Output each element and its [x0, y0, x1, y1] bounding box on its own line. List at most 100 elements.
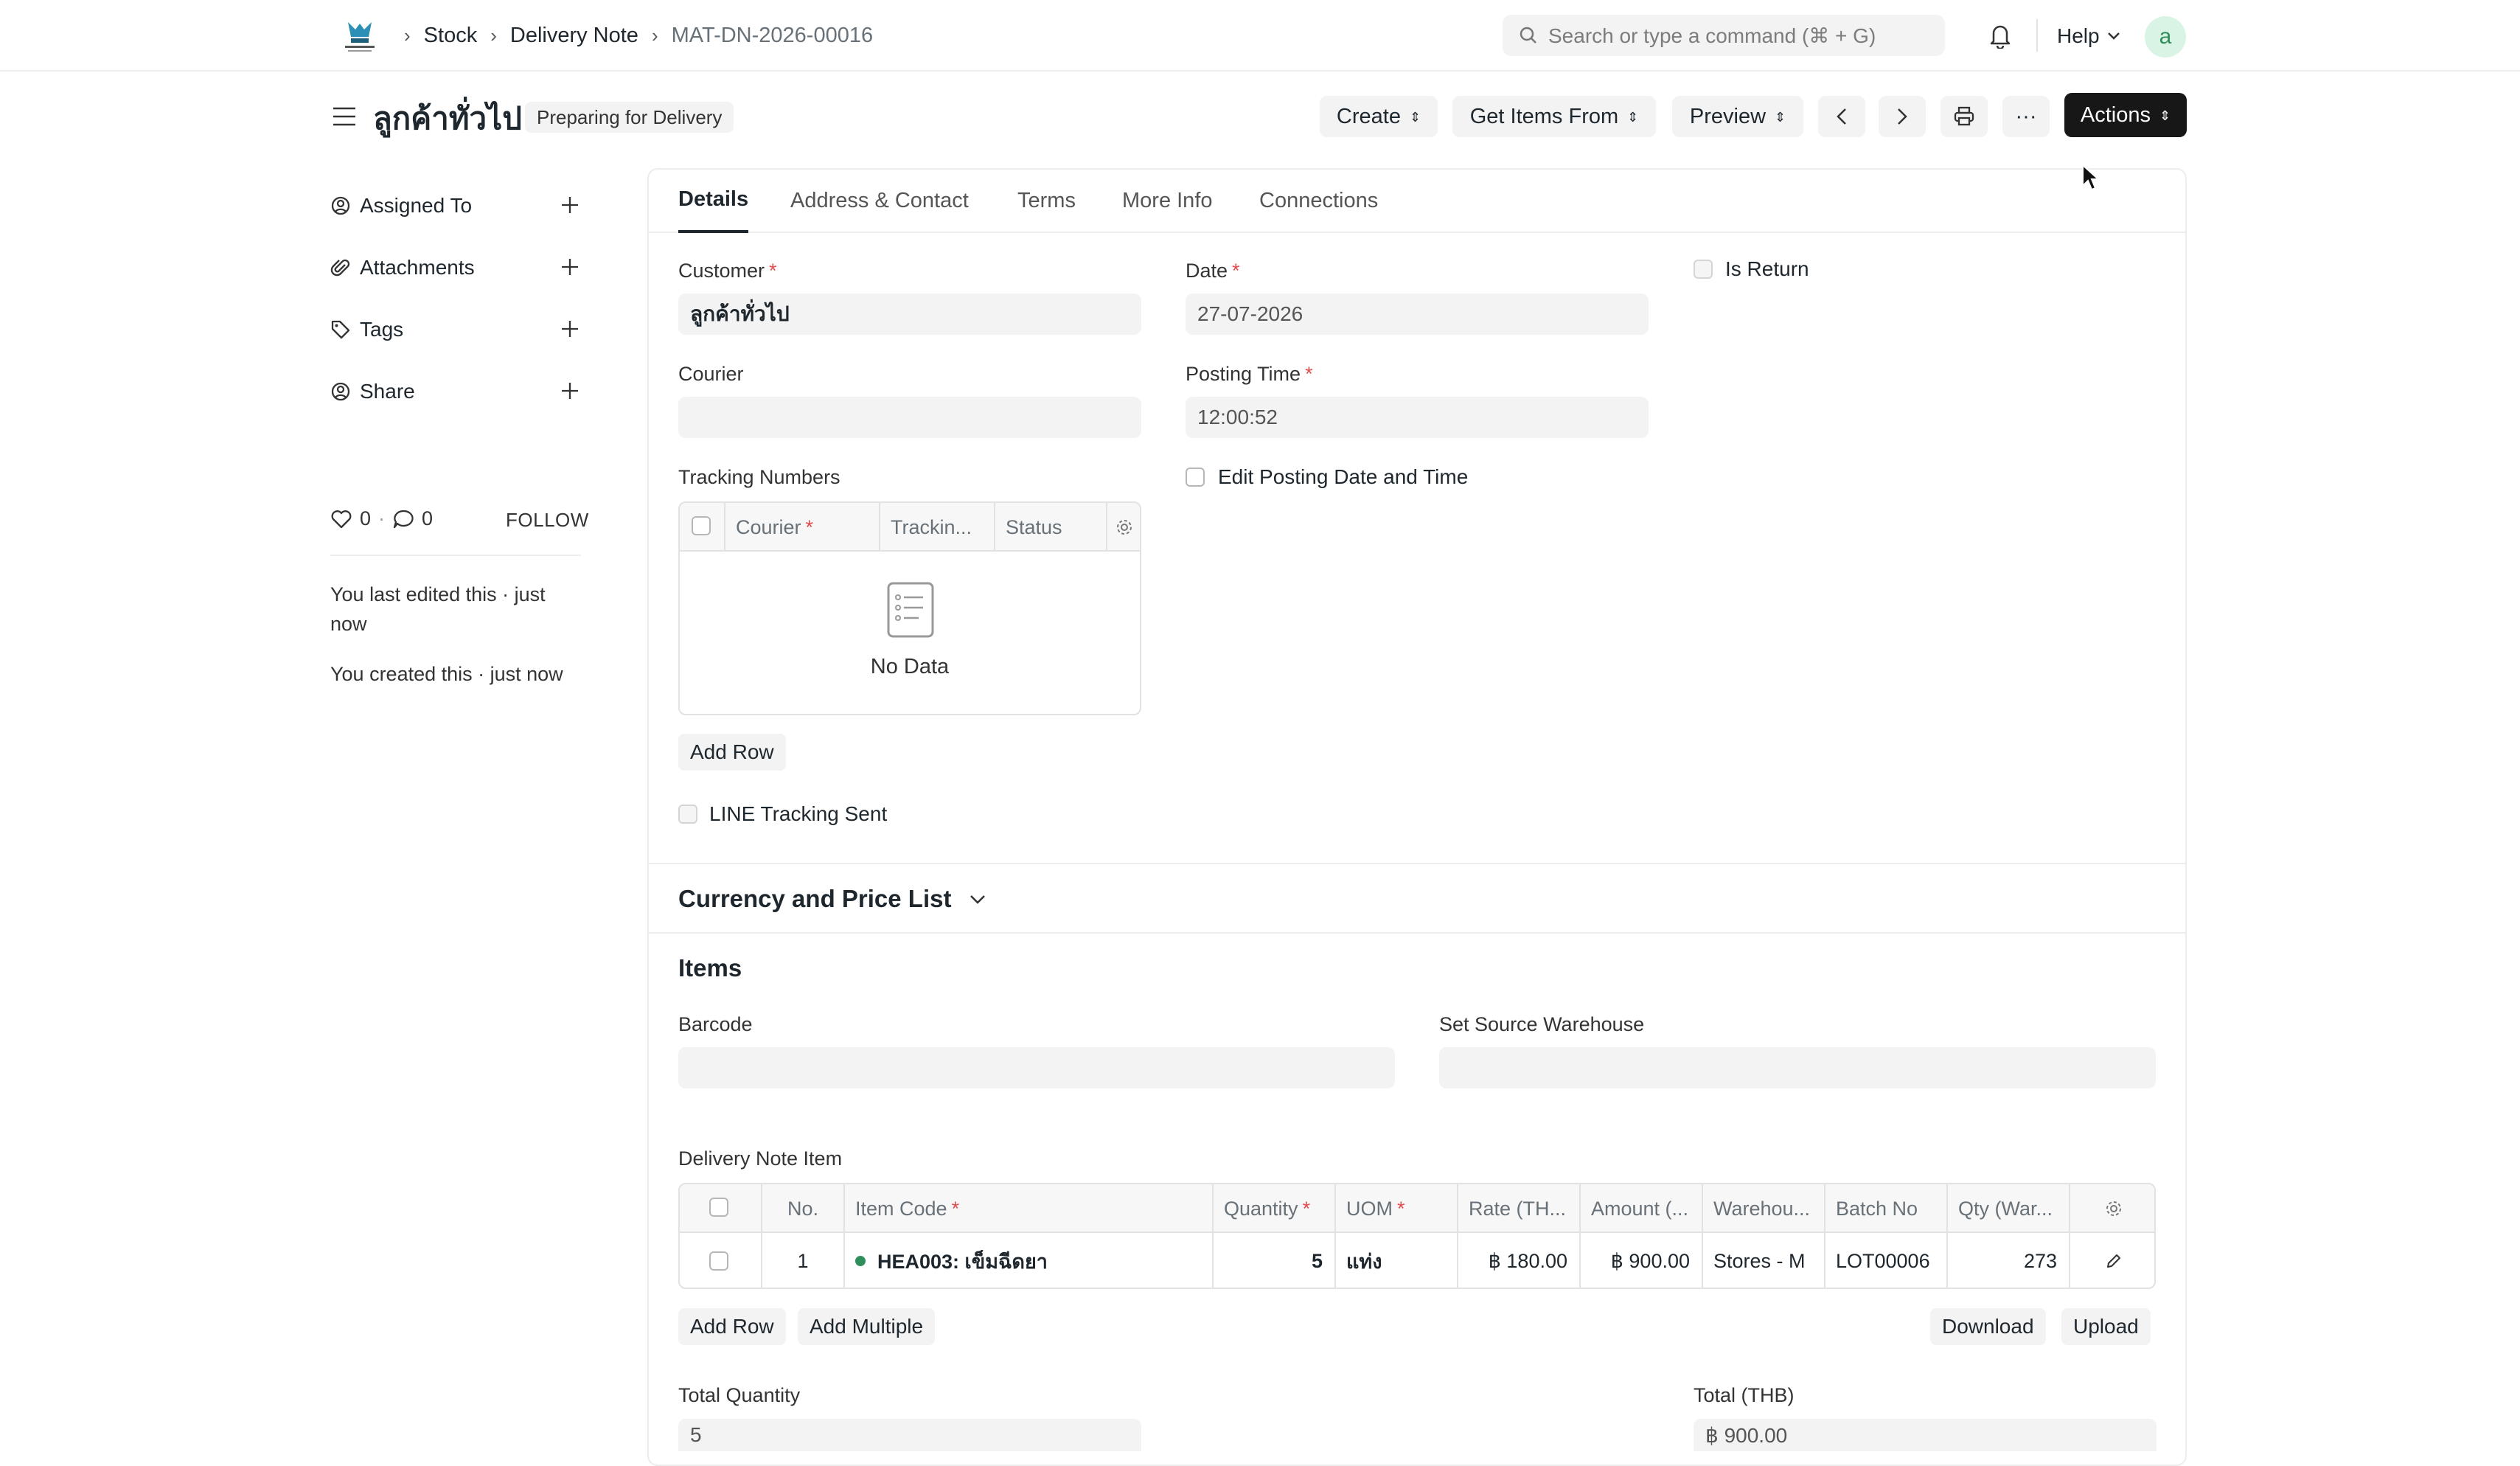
page-title: ลูกค้าทั่วไป: [373, 101, 522, 136]
line-tracking-sent-checkbox[interactable]: [678, 805, 697, 824]
is-return-checkbox[interactable]: [1694, 260, 1713, 279]
currency-section-header[interactable]: Currency and Price List: [678, 885, 986, 913]
get-items-from-label: Get Items From: [1469, 104, 1619, 128]
app-logo[interactable]: [339, 16, 380, 55]
column-warehouse: Warehou...: [1703, 1184, 1825, 1233]
row-rate[interactable]: ฿ 180.00: [1458, 1233, 1581, 1288]
help-label: Help: [2057, 24, 2100, 47]
get-items-from-button[interactable]: Get Items From ⇕: [1452, 96, 1656, 137]
upload-button[interactable]: Upload: [2061, 1308, 2151, 1345]
row-warehouse[interactable]: Stores - M: [1703, 1233, 1825, 1288]
row-amount: ฿ 900.00: [1581, 1233, 1703, 1288]
comments-count: 0: [422, 507, 434, 529]
likes-comments: 0 · 0: [330, 507, 433, 530]
follow-button[interactable]: FOLLOW: [506, 509, 589, 532]
row-item-code[interactable]: HEA003: เข็มฉีดยา: [845, 1233, 1214, 1288]
sidebar-item-share[interactable]: Share: [330, 377, 581, 406]
sidebar-divider: [330, 555, 581, 556]
currency-section-title: Currency and Price List: [678, 885, 952, 912]
edit-posting-checkbox[interactable]: [1186, 468, 1205, 487]
sort-caret-icon: ⇕: [1627, 110, 1639, 125]
sidebar-item-tags[interactable]: Tags: [330, 315, 581, 344]
comment-icon[interactable]: [392, 509, 414, 529]
create-button[interactable]: Create ⇕: [1320, 96, 1438, 137]
total-quantity-label: Total Quantity: [678, 1384, 801, 1406]
preview-label: Preview: [1689, 104, 1767, 128]
table-header: Courier * Trackin... Status: [680, 503, 1140, 552]
avatar[interactable]: a: [2145, 16, 2186, 58]
sidebar-item-label: Assigned To: [360, 194, 473, 217]
plus-icon[interactable]: [559, 194, 581, 216]
column-settings: [1107, 503, 1140, 552]
next-button[interactable]: [1879, 96, 1926, 137]
bell-icon[interactable]: [1988, 22, 2013, 49]
customer-field[interactable]: ลูกค้าทั่วไป: [678, 293, 1141, 335]
search-input[interactable]: Search or type a command (⌘ + G): [1503, 15, 1945, 56]
barcode-field[interactable]: [678, 1047, 1395, 1088]
last-edited-note: You last edited this · just now: [330, 583, 546, 635]
select-all-checkbox[interactable]: [692, 516, 711, 535]
add-multiple-button[interactable]: Add Multiple: [798, 1308, 936, 1345]
heart-icon[interactable]: [330, 509, 352, 529]
barcode-label: Barcode: [678, 1013, 753, 1035]
tab-connections[interactable]: Connections: [1259, 168, 1378, 233]
select-all-checkbox[interactable]: [709, 1198, 728, 1217]
more-options-button[interactable]: ···: [2002, 96, 2050, 137]
date-field[interactable]: 27-07-2026: [1186, 293, 1649, 335]
row-uom[interactable]: แท่ง: [1336, 1233, 1458, 1288]
search-icon: [1520, 27, 1536, 44]
previous-button[interactable]: [1818, 96, 1865, 137]
tracking-add-row-button[interactable]: Add Row: [678, 734, 786, 771]
sort-caret-icon: ⇕: [1775, 110, 1786, 125]
tab-details[interactable]: Details: [678, 168, 749, 233]
assign-icon: [331, 196, 350, 215]
column-amount: Amount (...: [1581, 1184, 1703, 1233]
help-dropdown[interactable]: Help: [2057, 0, 2120, 72]
tab-terms[interactable]: Terms: [1017, 168, 1076, 233]
sidebar-item-assigned-to[interactable]: Assigned To: [330, 191, 581, 220]
source-warehouse-label: Set Source Warehouse: [1439, 1013, 1645, 1035]
column-qty-warehouse: Qty (War...: [1948, 1184, 2070, 1233]
column-rate: Rate (TH...: [1458, 1184, 1581, 1233]
source-warehouse-field[interactable]: [1439, 1047, 2156, 1088]
tracking-numbers-table: Courier * Trackin... Status No Data: [678, 501, 1141, 715]
chevron-right-icon: ›: [651, 24, 658, 46]
posting-time-field[interactable]: 12:00:52: [1186, 397, 1649, 438]
total-quantity-field: 5: [678, 1419, 1141, 1451]
items-add-row-button[interactable]: Add Row: [678, 1308, 786, 1345]
preview-button[interactable]: Preview ⇕: [1672, 96, 1803, 137]
status-dot: [855, 1256, 866, 1266]
hamburger-icon[interactable]: [332, 105, 357, 128]
section-divider: [647, 932, 2187, 934]
chevron-left-icon: [1837, 108, 1846, 125]
print-button[interactable]: [1941, 96, 1988, 137]
sidebar-item-attachments[interactable]: Attachments: [330, 253, 581, 282]
breadcrumb-stock[interactable]: Stock: [424, 24, 478, 48]
breadcrumb-document[interactable]: MAT-DN-2026-00016: [672, 24, 873, 48]
tab-more-info[interactable]: More Info: [1122, 168, 1213, 233]
pencil-icon[interactable]: [2105, 1252, 2123, 1270]
row-quantity[interactable]: 5: [1214, 1233, 1336, 1288]
row-qty-warehouse: 273: [1948, 1233, 2070, 1288]
column-uom: UOM *: [1336, 1184, 1458, 1233]
plus-icon[interactable]: [559, 256, 581, 278]
sort-caret-icon: ⇕: [2159, 108, 2171, 123]
gear-icon[interactable]: [1115, 518, 1134, 537]
is-return-label: Is Return: [1725, 257, 1809, 280]
courier-field[interactable]: [678, 397, 1141, 438]
plus-icon[interactable]: [559, 318, 581, 340]
row-checkbox[interactable]: [709, 1251, 728, 1271]
column-no: No.: [762, 1184, 845, 1233]
column-batch-no: Batch No: [1825, 1184, 1948, 1233]
gear-icon[interactable]: [2104, 1199, 2123, 1218]
row-batch-no[interactable]: LOT00006: [1825, 1233, 1948, 1288]
select-all-cell: [680, 503, 725, 552]
chevron-down-icon: [970, 895, 986, 904]
download-button[interactable]: Download: [1930, 1308, 2046, 1345]
breadcrumb-delivery-note[interactable]: Delivery Note: [510, 24, 638, 48]
plus-icon[interactable]: [559, 380, 581, 402]
tab-address-contact[interactable]: Address & Contact: [790, 168, 969, 233]
actions-button[interactable]: Actions ⇕: [2064, 93, 2187, 137]
sidebar-item-label: Tags: [360, 318, 404, 341]
sidebar-item-label: Share: [360, 380, 415, 403]
